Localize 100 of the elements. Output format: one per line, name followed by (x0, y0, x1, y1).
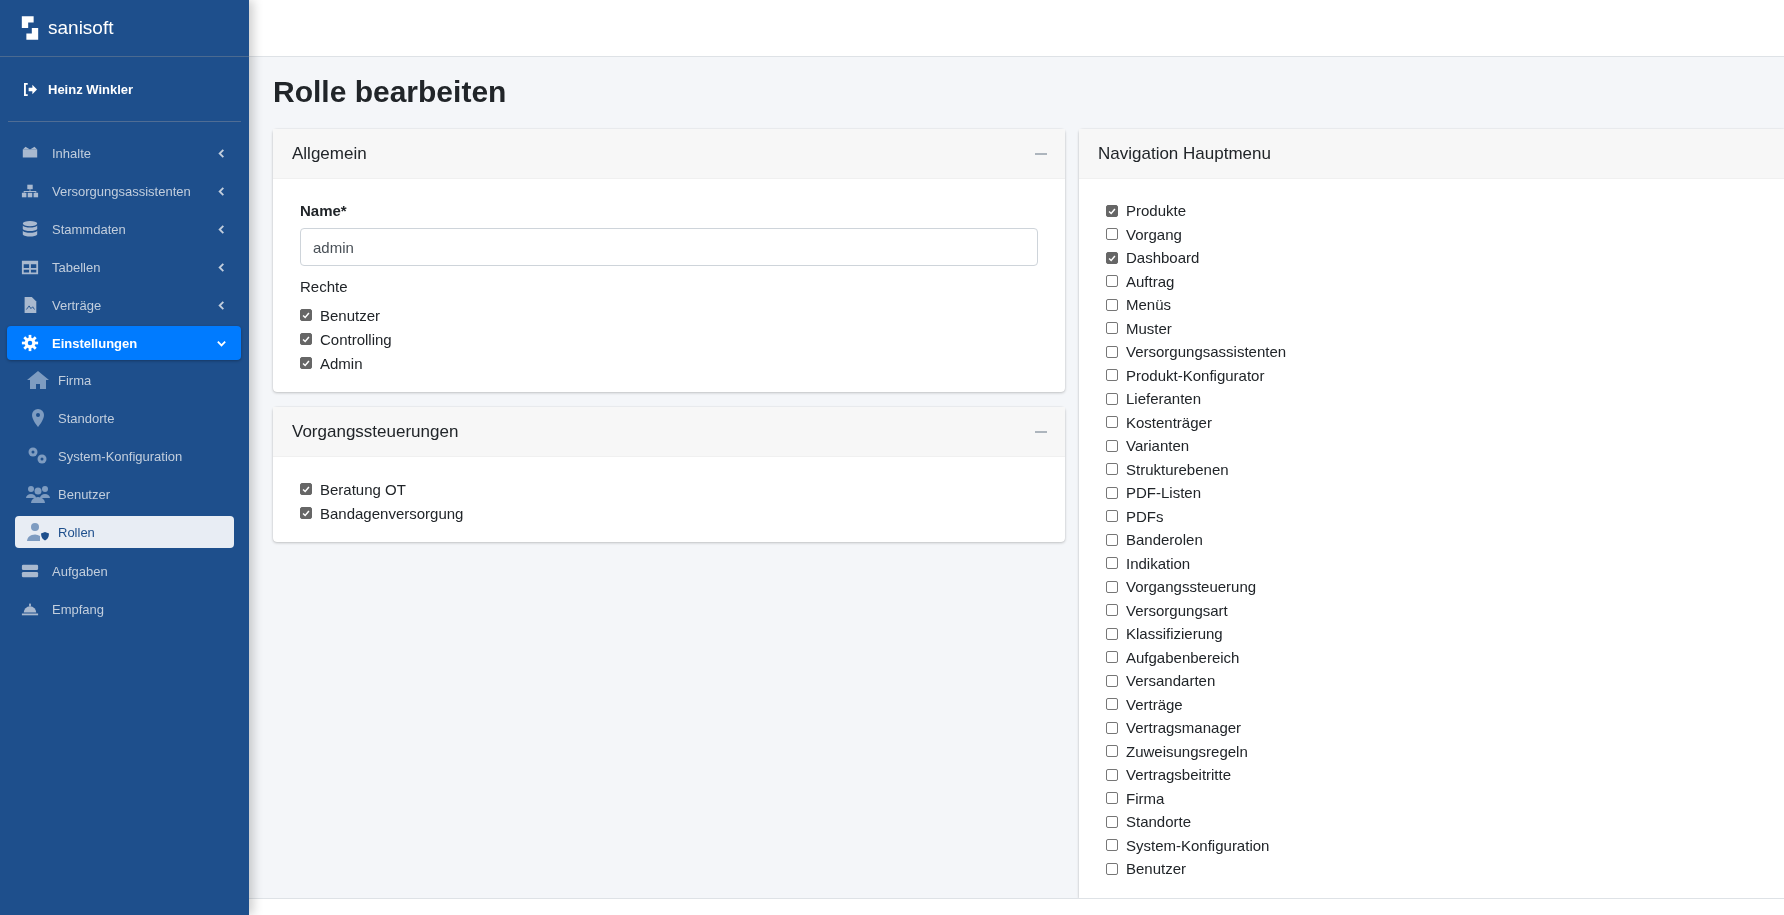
menu-group[interactable]: Versorgungsassistenten (7, 174, 241, 208)
checkbox-label: Lieferanten (1126, 390, 1202, 408)
user-name[interactable]: Heinz Winkler (48, 81, 134, 97)
submenu-item[interactable]: Firma (15, 364, 234, 396)
checkbox-label: Verträge (1126, 695, 1183, 713)
logo-icon (20, 14, 40, 42)
submenu-item[interactable]: Rollen (15, 516, 234, 548)
checkbox[interactable] (300, 309, 312, 321)
checkbox-label: Vertragsbeitritte (1126, 766, 1232, 784)
checkbox-label: Versorgungsassistenten (1126, 343, 1287, 361)
checkbox[interactable] (1106, 439, 1118, 452)
checkbox-label: Indikation (1126, 554, 1191, 572)
checkbox[interactable] (300, 483, 312, 495)
database-icon (20, 220, 40, 238)
chevron-left-icon (216, 223, 227, 235)
checkbox[interactable] (1106, 486, 1118, 499)
checkbox-label: Vorgangssteuerung (1126, 578, 1257, 596)
menu-group[interactable]: Tabellen (7, 250, 241, 284)
checkbox[interactable] (1106, 768, 1118, 781)
checkbox[interactable] (1106, 604, 1118, 617)
checkbox-label: Admin (320, 354, 363, 372)
chevron-left-icon (216, 261, 227, 273)
checkbox[interactable] (1106, 345, 1118, 358)
checkbox[interactable] (1106, 792, 1118, 805)
checkbox-label: Varianten (1126, 437, 1190, 455)
menu-group[interactable]: Einstellungen (7, 326, 241, 360)
checkbox[interactable] (1106, 674, 1118, 687)
checkbox-label: Strukturebenen (1126, 460, 1229, 478)
card-title: Allgemein (292, 143, 367, 164)
checkbox-label: Zuweisungsregeln (1126, 742, 1248, 760)
checkbox[interactable] (300, 507, 312, 519)
checkbox-label: Firma (1126, 789, 1165, 807)
checkbox[interactable] (1106, 392, 1118, 405)
checkbox-label: Dashboard (1126, 249, 1200, 267)
checkbox[interactable] (1106, 369, 1118, 382)
checkbox[interactable] (1106, 228, 1118, 241)
menu-item[interactable]: Aufgaben (7, 554, 241, 588)
checkbox[interactable] (1106, 416, 1118, 429)
checkbox-label: Benutzer (320, 306, 381, 324)
submenu-item[interactable]: Benutzer (15, 478, 234, 510)
name-input[interactable]: admin (300, 228, 1038, 266)
checkbox[interactable] (300, 357, 312, 369)
checkbox[interactable] (1106, 862, 1118, 875)
checkbox-label: Vorgang (1126, 225, 1182, 243)
checkbox[interactable] (1106, 275, 1118, 288)
checkbox-label: Klassifizierung (1126, 625, 1223, 643)
users-icon (26, 484, 50, 504)
checkbox[interactable] (1106, 322, 1118, 335)
card-title: Vorgangssteuerungen (292, 421, 459, 442)
server-icon (20, 562, 40, 580)
usershield-icon (26, 522, 50, 542)
field-label: Name* (300, 202, 347, 219)
checkbox[interactable] (1106, 580, 1118, 593)
checkbox[interactable] (1106, 298, 1118, 311)
checkbox-label: Versandarten (1126, 672, 1216, 690)
checkbox-label: Muster (1126, 319, 1172, 337)
checkbox[interactable] (1106, 651, 1118, 664)
checkbox-label: Produkt-Konfigurator (1126, 366, 1265, 384)
checkbox-label: Menüs (1126, 296, 1172, 314)
checkbox-label: System-Konfiguration (1126, 836, 1270, 854)
checkbox-label: Auftrag (1126, 272, 1175, 290)
checkbox[interactable] (1106, 698, 1118, 711)
checkbox[interactable] (300, 333, 312, 345)
section-label: Rechte (300, 278, 348, 295)
submenu-item[interactable]: Standorte (15, 402, 234, 434)
menu-group[interactable]: Verträge (7, 288, 241, 322)
checkbox-label: Aufgabenbereich (1126, 648, 1240, 666)
checkbox[interactable] (1106, 627, 1118, 640)
checkbox-label: Controlling (320, 330, 392, 348)
checkbox-label: Banderolen (1126, 531, 1203, 549)
checkbox-label: Benutzer (1126, 860, 1187, 878)
chevron-left-icon (216, 299, 227, 311)
gear-icon (20, 334, 40, 352)
checkbox[interactable] (1106, 463, 1118, 476)
checkbox[interactable] (1106, 839, 1118, 852)
checkbox-label: PDF-Listen (1126, 484, 1202, 502)
checkbox-label: Kostenträger (1126, 413, 1212, 431)
checkbox-label: Vertragsmanager (1126, 719, 1242, 737)
checkbox[interactable] (1106, 557, 1118, 570)
sign-out-icon[interactable] (23, 82, 38, 96)
checkbox[interactable] (1106, 815, 1118, 828)
menu-group[interactable]: Stammdaten (7, 212, 241, 246)
card-title: Navigation Hauptmenu (1098, 143, 1271, 164)
checkbox[interactable] (1106, 745, 1118, 758)
checkbox[interactable] (1106, 251, 1118, 264)
menu-group[interactable]: Inhalte (7, 136, 241, 170)
checkbox-label: Beratung OT (320, 480, 406, 498)
page-title: Rolle bearbeiten (273, 75, 508, 109)
checkbox[interactable] (1106, 533, 1118, 546)
submenu-item[interactable]: System-Konfiguration (15, 440, 234, 472)
checkbox-label: Standorte (1126, 813, 1192, 831)
home-icon (26, 370, 50, 390)
chevron-left-icon (216, 185, 227, 197)
checkbox[interactable] (1106, 510, 1118, 523)
checkbox[interactable] (1106, 204, 1118, 217)
checkbox-label: Versorgungsart (1126, 601, 1228, 619)
checkbox-label: Produkte (1126, 202, 1187, 220)
menu-item[interactable]: Empfang (7, 592, 241, 626)
checkbox[interactable] (1106, 721, 1118, 734)
chevron-left-icon (216, 147, 227, 159)
